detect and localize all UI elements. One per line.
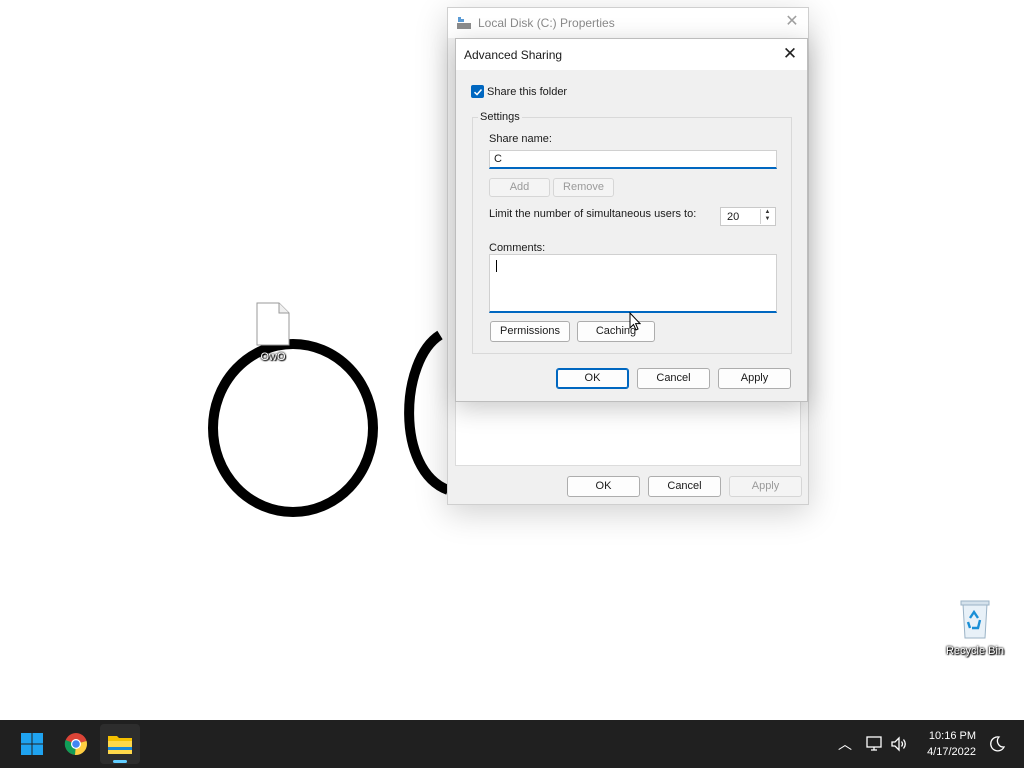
permissions-button[interactable]: Permissions	[490, 321, 570, 342]
chrome-icon	[64, 733, 87, 756]
network-icon[interactable]	[866, 736, 884, 752]
share-name-input[interactable]: C	[489, 150, 777, 169]
limit-users-label: Limit the number of simultaneous users t…	[489, 208, 697, 220]
active-indicator	[113, 760, 127, 763]
folder-icon	[108, 736, 132, 754]
close-icon[interactable]: ✕	[781, 45, 799, 63]
comments-textarea[interactable]	[489, 254, 777, 313]
apply-button[interactable]: Apply	[718, 368, 791, 389]
volume-icon[interactable]	[890, 735, 908, 753]
chevron-up-icon[interactable]: ︿	[838, 734, 852, 754]
share-folder-checkbox[interactable]: Share this folder	[471, 85, 567, 98]
taskbar: ︿ 10:16 PM 4/17/2022	[0, 720, 1024, 768]
properties-ok-button[interactable]: OK	[567, 476, 640, 497]
share-name-label: Share name:	[489, 133, 552, 145]
clock-date: 4/17/2022	[927, 746, 976, 758]
clock-time: 10:16 PM	[928, 730, 976, 742]
cancel-button[interactable]: Cancel	[637, 368, 710, 389]
settings-legend: Settings	[478, 111, 522, 123]
dialog-title: Advanced Sharing	[464, 47, 563, 62]
file-explorer-taskbar-button[interactable]	[100, 724, 140, 764]
share-folder-label: Share this folder	[487, 85, 568, 98]
system-tray: ︿	[838, 720, 918, 768]
spin-up-icon[interactable]: ▲	[761, 209, 774, 216]
properties-close-button[interactable]: ✕	[784, 14, 800, 30]
checkbox-checked-icon	[471, 85, 484, 98]
chrome-taskbar-button[interactable]	[56, 724, 96, 764]
drive-icon	[457, 17, 471, 29]
properties-title: Local Disk (C:) Properties	[478, 16, 615, 30]
caching-button[interactable]: Caching	[577, 321, 655, 342]
desktop-file-label: OwO	[260, 351, 286, 363]
properties-titlebar[interactable]: Local Disk (C:) Properties	[448, 8, 808, 38]
limit-users-spinner[interactable]: 20 ▲ ▼	[720, 207, 776, 226]
properties-apply-button: Apply	[729, 476, 802, 497]
advanced-sharing-titlebar[interactable]: Advanced Sharing	[456, 39, 807, 70]
recycle-bin-label: Recycle Bin	[945, 645, 1005, 657]
advanced-sharing-dialog: Advanced Sharing ✕ Share this folder Set…	[455, 38, 808, 402]
spinner-arrows[interactable]: ▲ ▼	[760, 209, 774, 224]
notifications-moon-icon[interactable]	[988, 735, 1006, 753]
comments-label: Comments:	[489, 242, 546, 254]
properties-tab-panel	[455, 400, 801, 466]
windows-logo-icon	[21, 733, 43, 755]
start-button[interactable]	[12, 724, 52, 764]
text-caret	[496, 260, 497, 272]
share-name-value: C	[494, 153, 502, 165]
properties-cancel-button[interactable]: Cancel	[648, 476, 721, 497]
mouse-cursor-icon	[629, 312, 641, 331]
remove-button: Remove	[553, 178, 614, 197]
desktop-file-owo[interactable]: OwO	[243, 302, 303, 363]
desktop-recycle-bin[interactable]: Recycle Bin	[944, 598, 1006, 657]
limit-users-value: 20	[727, 211, 740, 223]
recycle-bin-icon	[960, 600, 990, 639]
spin-down-icon[interactable]: ▼	[761, 216, 774, 223]
add-button: Add	[489, 178, 550, 197]
clock[interactable]: 10:16 PM 4/17/2022	[927, 728, 976, 760]
file-icon	[256, 302, 290, 346]
ok-button[interactable]: OK	[556, 368, 629, 389]
